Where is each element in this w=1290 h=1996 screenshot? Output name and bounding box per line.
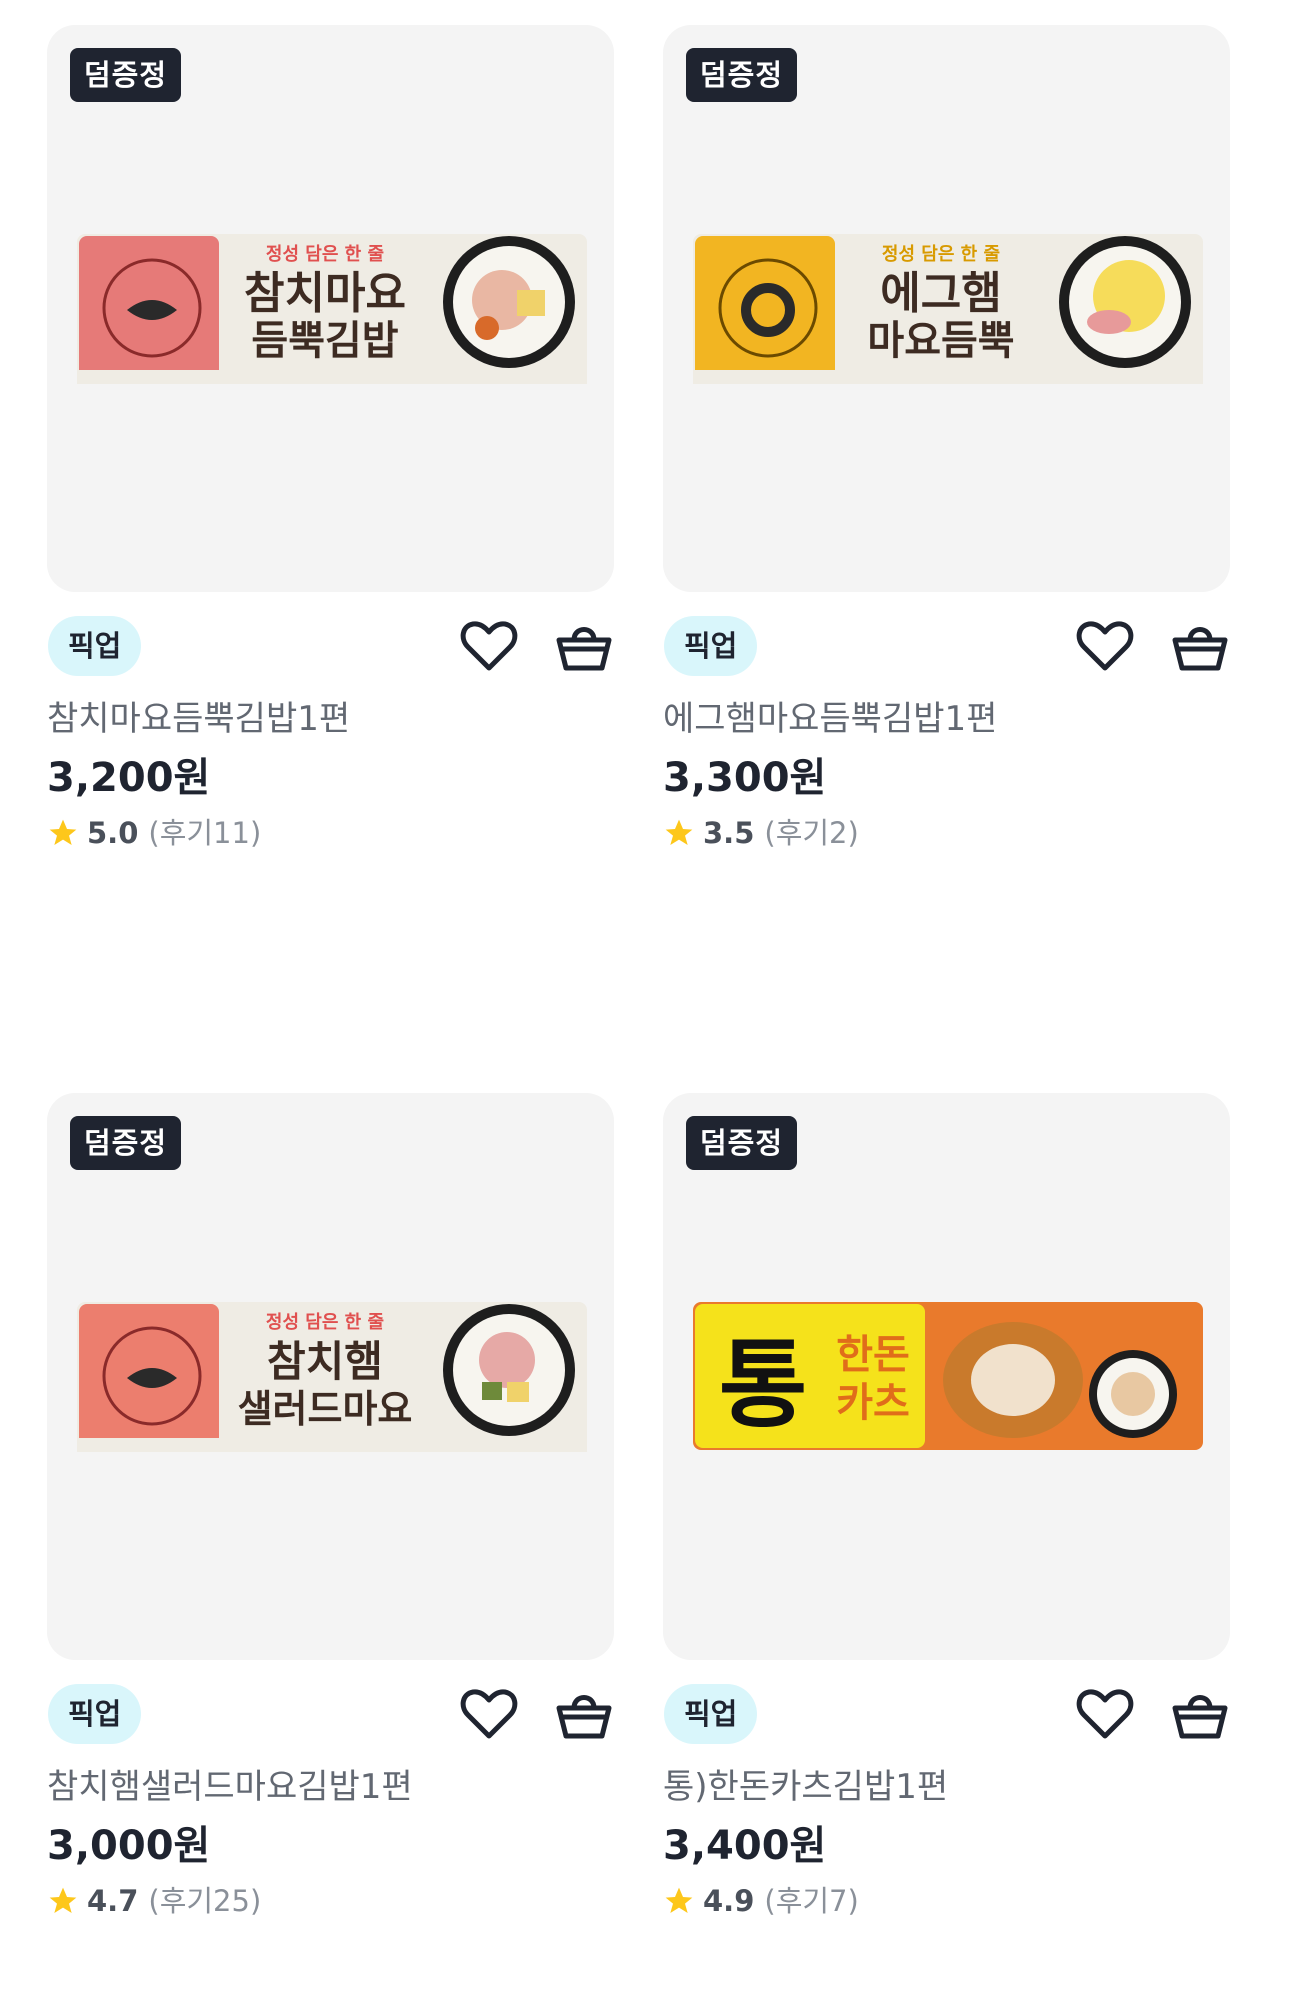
heart-icon[interactable] — [460, 618, 518, 674]
product-thumbnail[interactable]: 덤증정 정성 담은 한 줄 에그햄 마요듬뿍 — [663, 25, 1230, 592]
wrapper-title-2: 마요듬뿍 — [867, 318, 1014, 364]
heart-icon[interactable] — [460, 1686, 518, 1742]
gift-badge: 덤증정 — [686, 48, 798, 102]
kimbap-package-image: 정성 담은 한 줄 에그햄 마요듬뿍 — [693, 234, 1203, 384]
product-price: 3,000원 — [47, 1823, 211, 1869]
wrapper-title-1: 한돈 — [836, 1332, 910, 1378]
wrapper-title-2: 카츠 — [836, 1380, 910, 1426]
star-icon — [665, 819, 693, 845]
basket-icon[interactable] — [1171, 618, 1229, 674]
wrapper-tagline: 정성 담은 한 줄 — [882, 244, 1000, 265]
wrapper-tagline: 정성 담은 한 줄 — [266, 1312, 384, 1333]
product-thumbnail[interactable]: 덤증정 정성 담은 한 줄 참치마요 듬뿍김밥 — [47, 25, 614, 592]
kimbap-package-image: 통 한돈 카츠 — [693, 1302, 1203, 1450]
wrapper-title-2: 듬뿍김밥 — [251, 318, 398, 364]
rating-score: 4.9 — [703, 1884, 755, 1918]
card-actions-row: 픽업 — [47, 616, 614, 676]
heart-icon[interactable] — [1076, 1686, 1134, 1742]
rating-score: 4.7 — [87, 1884, 139, 1918]
kimbap-package-image: 정성 담은 한 줄 참치햄 샐러드마요 — [77, 1302, 587, 1452]
pickup-tag: 픽업 — [664, 1684, 758, 1744]
basket-icon[interactable] — [555, 618, 613, 674]
card-actions-row: 픽업 — [47, 1684, 614, 1744]
product-rating: 3.5 (후기2) — [663, 813, 1230, 853]
star-icon — [49, 819, 77, 845]
product-name[interactable]: 에그햄마요듬뿍김밥1편 — [663, 697, 1230, 741]
product-card[interactable]: 덤증정 통 한돈 카츠 픽업 통)한돈카츠김밥1편 3,400원 4.9 (후기… — [663, 1093, 1230, 1921]
card-actions-row: 픽업 — [663, 1684, 1230, 1744]
product-rating: 5.0 (후기11) — [47, 813, 614, 853]
heart-icon[interactable] — [1076, 618, 1134, 674]
product-price: 3,200원 — [47, 755, 211, 801]
gift-badge: 덤증정 — [70, 48, 182, 102]
review-count[interactable]: (후기25) — [148, 1881, 261, 1921]
wrapper-title-2: 샐러드마요 — [238, 1387, 413, 1431]
product-thumbnail[interactable]: 덤증정 통 한돈 카츠 — [663, 1093, 1230, 1660]
pickup-tag: 픽업 — [664, 616, 758, 676]
star-icon — [665, 1887, 693, 1913]
gift-badge: 덤증정 — [70, 1116, 182, 1170]
basket-icon[interactable] — [555, 1686, 613, 1742]
basket-icon[interactable] — [1171, 1686, 1229, 1742]
wrapper-title-1: 참치햄 — [267, 1337, 383, 1386]
product-name[interactable]: 참치햄샐러드마요김밥1편 — [47, 1765, 614, 1809]
rating-score: 3.5 — [703, 816, 755, 850]
review-count[interactable]: (후기7) — [764, 1881, 858, 1921]
review-count[interactable]: (후기2) — [764, 813, 858, 853]
wrapper-big-letter: 통 — [719, 1329, 807, 1441]
product-rating: 4.9 (후기7) — [663, 1881, 1230, 1921]
product-card[interactable]: 덤증정 정성 담은 한 줄 참치마요 듬뿍김밥 픽업 참치마요듬뿍김밥1편 3,… — [47, 25, 614, 853]
star-icon — [49, 1887, 77, 1913]
wrapper-title-1: 참치마요 — [244, 268, 406, 319]
product-card[interactable]: 덤증정 정성 담은 한 줄 참치햄 샐러드마요 픽업 참치햄샐러드마요김밥1편 … — [47, 1093, 614, 1921]
kimbap-package-image: 정성 담은 한 줄 참치마요 듬뿍김밥 — [77, 234, 587, 384]
pickup-tag: 픽업 — [48, 616, 142, 676]
wrapper-tagline: 정성 담은 한 줄 — [266, 244, 384, 265]
review-count[interactable]: (후기11) — [148, 813, 261, 853]
pickup-tag: 픽업 — [48, 1684, 142, 1744]
product-name[interactable]: 참치마요듬뿍김밥1편 — [47, 697, 614, 741]
card-actions-row: 픽업 — [663, 616, 1230, 676]
product-name[interactable]: 통)한돈카츠김밥1편 — [663, 1765, 1230, 1809]
product-card[interactable]: 덤증정 정성 담은 한 줄 에그햄 마요듬뿍 픽업 에그햄마요듬뿍김밥1편 3,… — [663, 25, 1230, 853]
product-price: 3,300원 — [663, 755, 827, 801]
product-price: 3,400원 — [663, 1823, 827, 1869]
product-grid: 덤증정 정성 담은 한 줄 참치마요 듬뿍김밥 픽업 참치마요듬뿍김밥1편 3,… — [0, 0, 1290, 1996]
gift-badge: 덤증정 — [686, 1116, 798, 1170]
wrapper-title-1: 에그햄 — [880, 268, 1001, 319]
rating-score: 5.0 — [87, 816, 139, 850]
product-rating: 4.7 (후기25) — [47, 1881, 614, 1921]
product-thumbnail[interactable]: 덤증정 정성 담은 한 줄 참치햄 샐러드마요 — [47, 1093, 614, 1660]
